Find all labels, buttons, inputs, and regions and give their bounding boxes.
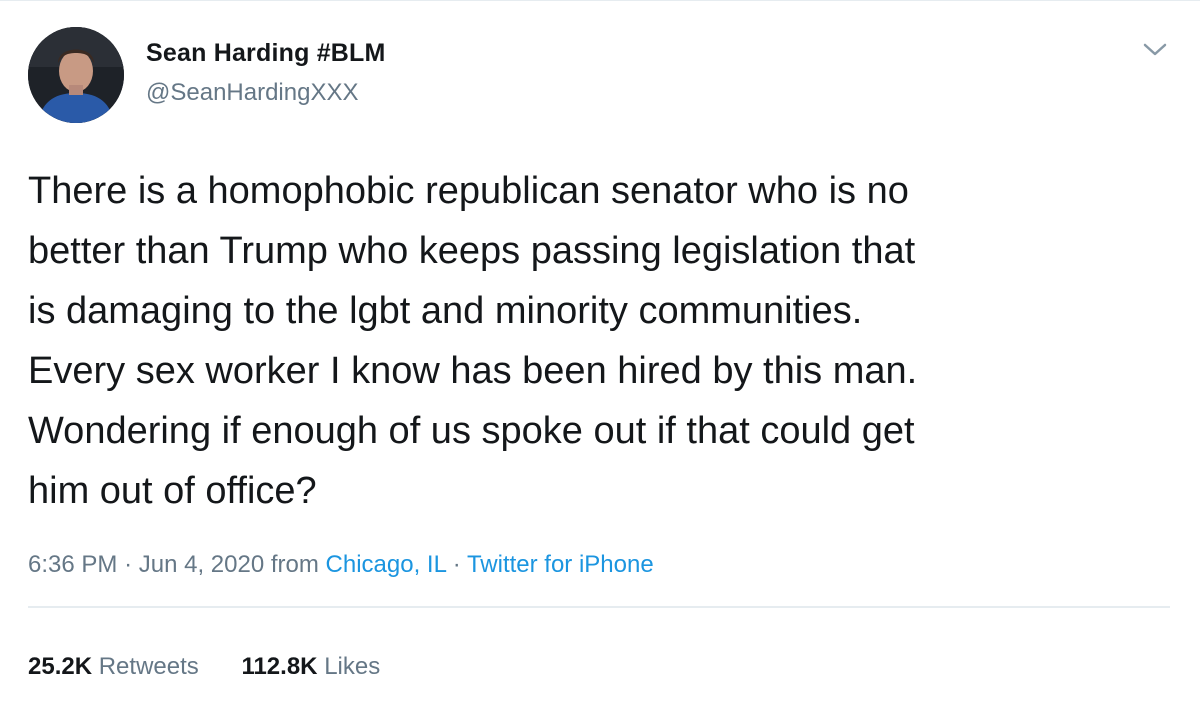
separator: · [452,551,461,578]
tweet-time[interactable]: 6:36 PM [28,551,117,578]
retweets-label: Retweets [98,653,199,680]
tweet-text: There is a homophobic republican senator… [28,170,918,512]
tweet-card: Sean Harding #BLM @SeanHardingXXX There … [0,0,1200,710]
retweets-count: 25.2K [28,653,93,680]
from-label: from [270,551,319,578]
tweet-date[interactable]: Jun 4, 2020 [139,551,264,578]
likes-stat[interactable]: 112.8K Likes [241,653,380,680]
tweet-stats: 25.2K Retweets 112.8K Likes [28,653,380,681]
likes-count: 112.8K [241,653,318,680]
source-link[interactable]: Twitter for iPhone [467,551,654,578]
tweet-metadata: 6:36 PM · Jun 4, 2020 from Chicago, IL ·… [28,551,654,579]
profile-photo-icon [28,27,124,123]
location-link[interactable]: Chicago, IL [326,551,447,578]
avatar[interactable] [28,27,124,123]
divider [28,606,1170,608]
author-handle[interactable]: @SeanHardingXXX [146,79,358,107]
author-name[interactable]: Sean Harding #BLM [146,39,386,68]
likes-label: Likes [324,653,381,680]
retweets-stat[interactable]: 25.2K Retweets [28,653,205,680]
separator: · [124,551,133,578]
chevron-down-icon[interactable] [1140,37,1170,61]
